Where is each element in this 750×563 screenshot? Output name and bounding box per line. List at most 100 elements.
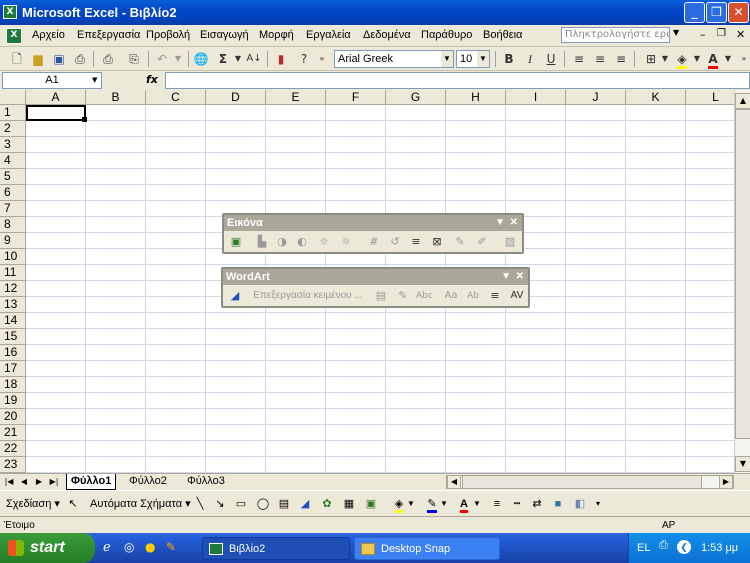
restore-button[interactable]: ❐ bbox=[706, 2, 727, 23]
menu-edit[interactable]: Επεξεργασία bbox=[77, 29, 140, 41]
fill-color-icon[interactable]: ◈ bbox=[392, 496, 406, 513]
insert-picture-icon[interactable]: ▣ bbox=[228, 234, 244, 250]
row-header-8[interactable]: 8 bbox=[0, 217, 26, 233]
menu-view[interactable]: Προβολή bbox=[146, 29, 190, 41]
alignment-icon[interactable]: ≡ bbox=[487, 288, 503, 304]
document-icon[interactable]: X bbox=[6, 28, 22, 44]
media-icon[interactable]: ● bbox=[145, 540, 155, 554]
research-icon[interactable]: ⎘ bbox=[125, 50, 143, 68]
app-icon[interactable]: ✎ bbox=[166, 540, 176, 554]
first-sheet-icon[interactable]: |◀ bbox=[3, 476, 15, 488]
toolbar-options-icon[interactable]: ▾ bbox=[593, 496, 603, 512]
3d-style-icon[interactable]: ◧ bbox=[573, 496, 587, 512]
column-header-a[interactable]: A bbox=[26, 90, 86, 105]
excel-app-icon[interactable]: X bbox=[3, 5, 17, 19]
menu-file[interactable]: Αρχείο bbox=[32, 29, 65, 41]
row-header-12[interactable]: 12 bbox=[0, 281, 26, 297]
line-icon[interactable]: ╲ bbox=[193, 496, 207, 512]
insert-function-icon[interactable]: fx bbox=[146, 73, 158, 86]
row-header-18[interactable]: 18 bbox=[0, 377, 26, 393]
chevron-down-icon[interactable]: ▼ bbox=[501, 269, 511, 285]
sheet-tab-3[interactable]: Φύλλο3 bbox=[183, 474, 229, 490]
font-size-select[interactable]: 10 ▼ bbox=[456, 50, 490, 68]
row-header-11[interactable]: 11 bbox=[0, 265, 26, 281]
scroll-left-icon[interactable]: ◀ bbox=[447, 475, 461, 489]
doc-minimize-button[interactable]: – bbox=[700, 28, 706, 41]
underline-icon[interactable]: U bbox=[542, 50, 560, 68]
row-header-9[interactable]: 9 bbox=[0, 233, 26, 249]
ie-icon[interactable]: ℯ bbox=[103, 540, 111, 555]
minimize-button[interactable]: _ bbox=[684, 2, 705, 23]
start-button[interactable]: start bbox=[0, 533, 95, 563]
new-icon[interactable]: 🗋 bbox=[8, 50, 26, 68]
format-wordart-icon[interactable]: ✎ bbox=[395, 288, 411, 304]
crop-icon[interactable]: # bbox=[366, 234, 382, 250]
font-name-select[interactable]: Arial Greek ▼ bbox=[334, 50, 454, 68]
row-header-1[interactable]: 1 bbox=[0, 105, 26, 121]
borders-dropdown-icon[interactable]: ▼ bbox=[656, 50, 674, 68]
character-spacing-icon[interactable]: AV bbox=[509, 288, 525, 304]
row-header-21[interactable]: 21 bbox=[0, 425, 26, 441]
menu-data[interactable]: Δεδομένα bbox=[363, 29, 411, 41]
shadow-style-icon[interactable]: ■ bbox=[551, 496, 565, 512]
doc-restore-button[interactable]: ❐ bbox=[717, 28, 726, 39]
doc-close-button[interactable]: ✕ bbox=[736, 28, 745, 41]
toolbar-options-icon[interactable]: » bbox=[313, 50, 331, 68]
permission-icon[interactable]: ⎙ bbox=[71, 50, 89, 68]
name-box[interactable]: A1 bbox=[2, 72, 102, 89]
vertical-text-icon[interactable]: Ab bbox=[465, 288, 481, 304]
row-header-7[interactable]: 7 bbox=[0, 201, 26, 217]
next-sheet-icon[interactable]: ▶ bbox=[33, 476, 45, 488]
rotate-icon[interactable]: ↺ bbox=[387, 234, 403, 250]
tray-icon[interactable]: ⎙ bbox=[659, 539, 668, 552]
less-contrast-icon[interactable]: ◐ bbox=[294, 234, 310, 250]
more-brightness-icon[interactable]: ☼ bbox=[316, 234, 332, 250]
edit-text-button[interactable]: Επεξεργασία κειμένου ... bbox=[249, 288, 367, 304]
row-header-10[interactable]: 10 bbox=[0, 249, 26, 265]
vertical-scrollbar[interactable]: ▲ ▼ bbox=[734, 90, 750, 473]
row-header-23[interactable]: 23 bbox=[0, 457, 26, 473]
hscroll-thumb[interactable] bbox=[462, 475, 702, 489]
dash-style-icon[interactable]: ┅ bbox=[510, 496, 524, 512]
row-header-17[interactable]: 17 bbox=[0, 361, 26, 377]
less-brightness-icon[interactable]: ☼ bbox=[338, 234, 354, 250]
font-color-icon[interactable]: A bbox=[457, 496, 471, 513]
diagram-icon[interactable]: ✿ bbox=[320, 496, 334, 512]
row-header-20[interactable]: 20 bbox=[0, 409, 26, 425]
close-icon[interactable]: ✕ bbox=[510, 215, 518, 231]
help-question-input[interactable]: Πληκτρολογήστε ερώτηση bbox=[561, 27, 670, 43]
wordart-gallery-icon[interactable]: ▤ bbox=[373, 288, 389, 304]
align-right-icon[interactable]: ≡ bbox=[612, 50, 630, 68]
text-box-icon[interactable]: ▤ bbox=[277, 496, 291, 512]
column-header-i[interactable]: I bbox=[506, 90, 566, 105]
align-center-icon[interactable]: ≡ bbox=[591, 50, 609, 68]
row-header-22[interactable]: 22 bbox=[0, 441, 26, 457]
menu-insert[interactable]: Εισαγωγή bbox=[200, 29, 249, 41]
row-header-14[interactable]: 14 bbox=[0, 313, 26, 329]
menu-format[interactable]: Μορφή bbox=[259, 29, 294, 41]
sheet-tab-1[interactable]: Φύλλο1 bbox=[66, 474, 117, 490]
scroll-up-icon[interactable]: ▲ bbox=[735, 93, 750, 109]
chevron-down-icon[interactable]: ▼ bbox=[495, 215, 505, 231]
row-header-19[interactable]: 19 bbox=[0, 393, 26, 409]
fill-dropdown-icon[interactable]: ▼ bbox=[406, 496, 416, 512]
picture-toolbar-header[interactable]: Εικόνα ▼ ✕ bbox=[224, 215, 522, 231]
scroll-thumb[interactable] bbox=[735, 109, 750, 439]
italic-icon[interactable]: I bbox=[521, 50, 539, 68]
menu-help[interactable]: Βοήθεια bbox=[483, 29, 522, 41]
help-icon[interactable]: ? bbox=[295, 50, 313, 68]
prev-sheet-icon[interactable]: ◀ bbox=[18, 476, 30, 488]
picture-icon[interactable]: ▣ bbox=[364, 496, 378, 512]
more-contrast-icon[interactable]: ◑ bbox=[274, 234, 290, 250]
reset-picture-icon[interactable]: ▧ bbox=[502, 234, 518, 250]
clip-art-icon[interactable]: ▦ bbox=[342, 496, 356, 512]
column-header-h[interactable]: H bbox=[446, 90, 506, 105]
menu-tools[interactable]: Εργαλεία bbox=[306, 29, 351, 41]
toolbar-options-icon[interactable]: » bbox=[735, 50, 750, 68]
chevron-down-icon[interactable]: ▼ bbox=[92, 76, 97, 84]
line-style-icon[interactable]: ≡ bbox=[408, 234, 424, 250]
wordart-shape-icon[interactable]: Abc bbox=[416, 288, 433, 304]
rectangle-icon[interactable]: ▭ bbox=[234, 496, 248, 512]
fill-handle[interactable] bbox=[82, 117, 87, 122]
formula-input[interactable] bbox=[165, 72, 750, 89]
